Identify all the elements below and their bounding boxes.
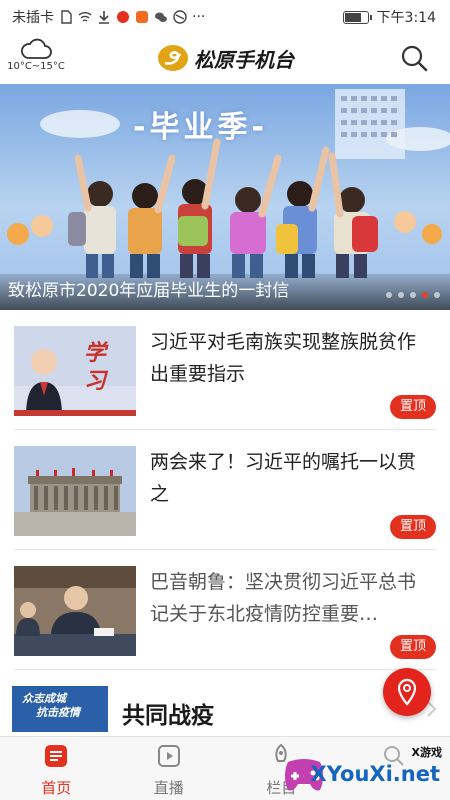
tab-label: 首页: [41, 779, 72, 797]
news-title: 习近平对毛南族实现整族脱贫作出重要指示: [150, 331, 417, 385]
live-icon: [157, 745, 180, 767]
cloud-icon: [21, 38, 52, 59]
carousel-dot[interactable]: [410, 292, 416, 298]
wifi-icon: [78, 12, 92, 22]
clock: 下午3:14: [376, 10, 436, 26]
tab-label: 直播: [153, 779, 184, 797]
list-item[interactable]: 两会来了！习近平的嘱托一以贯之 置顶: [14, 432, 436, 550]
status-bar: 未插卡 ··· 下午3:14: [0, 0, 450, 34]
site-watermark: X游戏 XYouXi.net: [282, 740, 450, 800]
location-pin-icon: [397, 678, 417, 706]
home-icon: [45, 745, 68, 767]
carousel-dot[interactable]: [386, 292, 392, 298]
hero-banner[interactable]: -毕业季- 致松原市2020年应届毕业生的一封信: [0, 84, 450, 310]
carousel-dot[interactable]: [398, 292, 404, 298]
news-thumbnail: 学习: [14, 326, 136, 416]
news-thumbnail-image: [14, 326, 136, 416]
section-header[interactable]: 众志成城 抗击疫情 共同战疫: [12, 686, 438, 736]
pinned-badge: 置顶: [390, 395, 436, 419]
search-icon[interactable]: [400, 44, 428, 72]
brand-logo: 松原手机台: [156, 42, 294, 74]
carrier-label: 未插卡: [12, 10, 54, 26]
section-thumb-line1: 众志成城: [22, 692, 66, 705]
carousel-dot[interactable]: [422, 292, 428, 298]
app-notify-icon: [117, 11, 129, 23]
carousel-indicator: [386, 292, 440, 298]
section-thumb-line2: 抗击疫情: [36, 706, 80, 719]
status-right: 下午3:14: [342, 7, 436, 27]
download-icon: [99, 11, 109, 24]
browser-icon: [173, 10, 187, 24]
carousel-dot[interactable]: [434, 292, 440, 298]
status-left: 未插卡 ···: [12, 7, 205, 27]
list-item[interactable]: 巴音朝鲁：坚决贯彻习近平总书记关于东北疫情防控重要… 置顶: [14, 552, 436, 670]
list-item[interactable]: 学习 习近平对毛南族实现整族脱贫作出重要指示 置顶: [14, 312, 436, 430]
banner-title: -毕业季-: [133, 110, 268, 145]
watermark-small-text: X游戏: [411, 746, 442, 759]
news-title: 两会来了！习近平的嘱托一以贯之: [150, 451, 417, 505]
news-thumbnail-image: [14, 566, 136, 656]
tab-live[interactable]: 直播: [113, 737, 226, 800]
weather-temperature: 10°C~15°C: [7, 61, 65, 72]
battery-fill: [344, 12, 362, 22]
app-header: 10°C~15°C 松原手机台: [0, 34, 450, 84]
watermark-domain: XYouXi.net: [310, 762, 440, 786]
wechat-icon: [155, 12, 167, 22]
news-title: 巴音朝鲁：坚决贯彻习近平总书记关于东北疫情防控重要…: [150, 571, 417, 625]
banner-caption: 致松原市2020年应届毕业生的一封信: [8, 281, 290, 301]
section-thumbnail: 众志成城 抗击疫情: [12, 686, 108, 732]
thumbnail-text: 学习: [84, 341, 107, 394]
more-indicator: ···: [192, 9, 206, 25]
weather-widget[interactable]: 10°C~15°C: [6, 38, 66, 72]
app-notify-icon-2: [136, 11, 148, 23]
location-button[interactable]: [383, 668, 431, 716]
brand-name: 松原手机台: [194, 47, 294, 72]
battery-icon: [342, 10, 372, 24]
sim-icon: [61, 10, 72, 24]
news-thumbnail: [14, 446, 136, 536]
news-thumbnail-image: [14, 446, 136, 536]
brand-mark-icon: [158, 45, 188, 71]
news-thumbnail: [14, 566, 136, 656]
tab-home[interactable]: 首页: [0, 737, 113, 800]
section-title: 共同战疫: [122, 703, 214, 729]
pinned-badge: 置顶: [390, 635, 436, 659]
pinned-badge: 置顶: [390, 515, 436, 539]
